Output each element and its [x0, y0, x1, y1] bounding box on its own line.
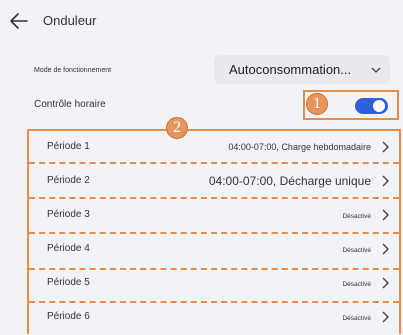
- period-value: Désactivé: [342, 247, 371, 254]
- annotation-divider: [29, 162, 399, 164]
- chevron-right-icon: [382, 277, 389, 289]
- period-name: Période 6: [47, 311, 90, 322]
- mode-select[interactable]: Autoconsommation...: [214, 55, 390, 84]
- period-value: 04:00-07:00, Charge hebdomadaire: [228, 142, 371, 152]
- period-row-6[interactable]: Période 6 Désactivé: [29, 301, 399, 335]
- period-value: Désactivé: [342, 213, 371, 220]
- chevron-right-icon: [382, 175, 389, 187]
- annotation-divider: [29, 232, 399, 234]
- period-row-2[interactable]: Période 2 04:00-07:00, Décharge unique: [29, 165, 399, 199]
- period-name: Période 2: [47, 175, 90, 186]
- period-name: Période 1: [47, 141, 90, 152]
- header-bar: Onduleur: [0, 0, 403, 42]
- back-arrow-icon[interactable]: [9, 12, 29, 30]
- chevron-down-icon: [371, 67, 381, 73]
- period-row-1[interactable]: Période 1 04:00-07:00, Charge hebdomadair…: [29, 131, 399, 165]
- chevron-right-icon: [382, 243, 389, 255]
- period-row-4[interactable]: Période 4 Désactivé: [29, 233, 399, 267]
- chevron-right-icon: [382, 209, 389, 221]
- chevron-right-icon: [382, 311, 389, 323]
- controle-horaire-toggle[interactable]: [355, 98, 388, 114]
- annotation-badge-2: 2: [166, 117, 188, 139]
- controle-horaire-label: Contrôle horaire: [34, 99, 106, 110]
- mode-label: Mode de fonctionnement: [34, 67, 112, 74]
- toggle-knob: [373, 100, 385, 112]
- chevron-right-icon: [382, 141, 389, 153]
- annotation-badge-1: 1: [306, 93, 328, 115]
- period-value: 04:00-07:00, Décharge unique: [208, 174, 371, 188]
- annotation-divider: [29, 197, 399, 199]
- period-value: Désactivé: [342, 281, 371, 288]
- period-name: Période 3: [47, 209, 90, 220]
- period-row-3[interactable]: Période 3 Désactivé: [29, 199, 399, 233]
- period-name: Période 4: [47, 243, 90, 254]
- page-title: Onduleur: [43, 13, 97, 28]
- period-name: Période 5: [47, 277, 90, 288]
- period-value: Désactivé: [342, 315, 371, 322]
- period-row-5[interactable]: Période 5 Désactivé: [29, 267, 399, 301]
- annotation-divider: [29, 301, 399, 303]
- mode-select-value: Autoconsommation...: [229, 62, 352, 77]
- annotation-divider: [29, 268, 399, 270]
